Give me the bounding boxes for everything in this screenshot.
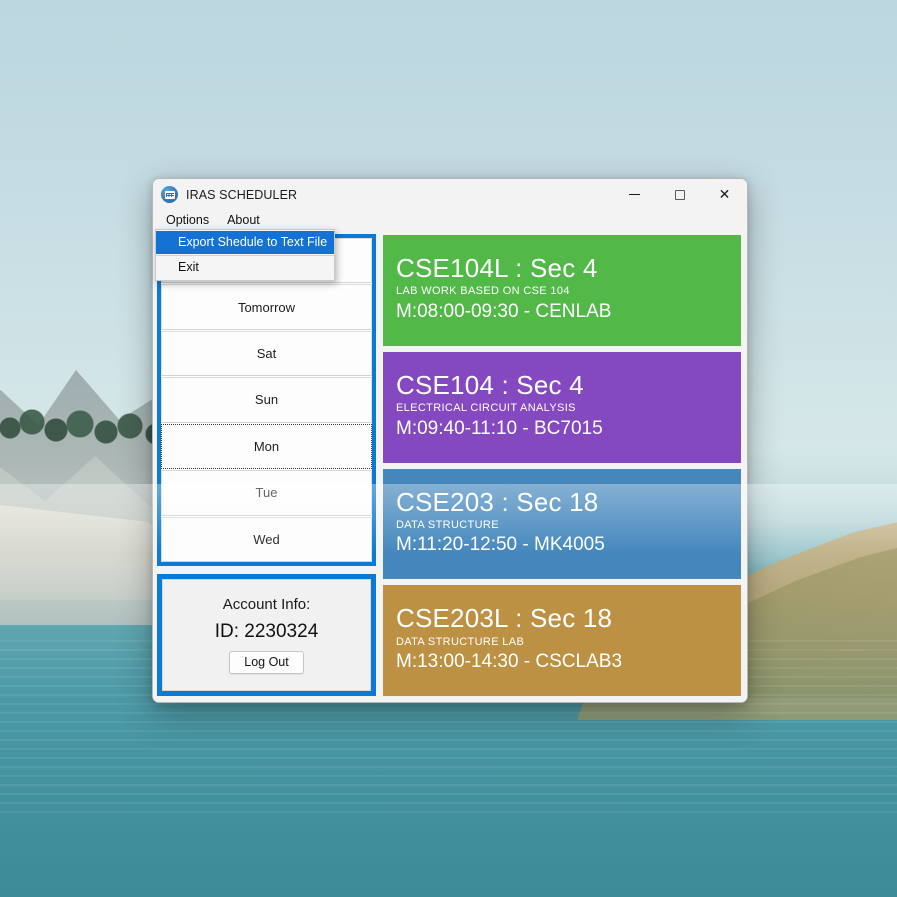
menu-option-exit[interactable]: Exit — [156, 256, 334, 279]
menu-item-options[interactable]: Options — [159, 212, 216, 228]
schedule-card[interactable]: CSE104L : Sec 4 LAB WORK BASED ON CSE 10… — [383, 235, 741, 346]
course-description: ELECTRICAL CIRCUIT ANALYSIS — [396, 402, 576, 415]
menu-option-export-schedule[interactable]: Export Shedule to Text File — [156, 231, 334, 254]
day-selector-panel: Today Tomorrow Sat Sun Mon Tue Wed — [157, 234, 376, 566]
account-info-inner: Account Info: ID: 2230324 Log Out — [162, 579, 371, 691]
minimize-icon — [629, 194, 640, 195]
course-description: DATA STRUCTURE LAB — [396, 635, 525, 648]
day-button-sun[interactable]: Sun — [161, 377, 372, 423]
course-title: CSE104L : Sec 4 — [396, 253, 598, 284]
maximize-button[interactable] — [657, 179, 702, 210]
course-time-location: M:09:40-11:10 - BC7015 — [396, 417, 603, 439]
account-info-panel: Account Info: ID: 2230324 Log Out — [157, 574, 376, 696]
window-controls: ✕ — [612, 179, 747, 210]
course-title: CSE203 : Sec 18 — [396, 486, 599, 517]
logout-button[interactable]: Log Out — [229, 651, 304, 674]
day-button-sat[interactable]: Sat — [161, 330, 372, 377]
course-description: DATA STRUCTURE — [396, 518, 499, 531]
day-button-wed[interactable]: Wed — [161, 516, 372, 562]
day-list: Today Tomorrow Sat Sun Mon Tue Wed — [161, 238, 372, 562]
options-dropdown-menu: Export Shedule to Text File Exit — [155, 229, 335, 281]
day-button-tue[interactable]: Tue — [161, 470, 372, 516]
account-info-title: Account Info: — [222, 596, 311, 613]
day-button-tomorrow[interactable]: Tomorrow — [161, 284, 372, 330]
schedule-card-list: CSE104L : Sec 4 LAB WORK BASED ON CSE 10… — [383, 234, 741, 696]
course-time-location: M:08:00-09:30 - CENLAB — [396, 300, 612, 322]
calendar-icon — [161, 186, 178, 203]
sidebar: Today Tomorrow Sat Sun Mon Tue Wed Accou… — [157, 234, 376, 696]
course-title: CSE104 : Sec 4 — [396, 369, 584, 400]
course-time-location: M:11:20-12:50 - MK4005 — [396, 534, 605, 556]
schedule-card[interactable]: CSE203L : Sec 18 DATA STRUCTURE LAB M:13… — [383, 585, 741, 696]
title-bar[interactable]: IRAS SCHEDULER ✕ — [153, 179, 747, 210]
account-id-value: ID: 2230324 — [214, 621, 319, 642]
title-bar-left: IRAS SCHEDULER — [153, 186, 297, 203]
menu-item-about[interactable]: About — [220, 212, 267, 228]
window-title: IRAS SCHEDULER — [186, 187, 298, 202]
schedule-card[interactable]: CSE104 : Sec 4 ELECTRICAL CIRCUIT ANALYS… — [383, 351, 741, 463]
maximize-icon — [674, 189, 685, 200]
schedule-card[interactable]: CSE203 : Sec 18 DATA STRUCTURE M:11:20-1… — [383, 468, 741, 580]
window-body: Today Tomorrow Sat Sun Mon Tue Wed Accou… — [153, 230, 747, 702]
close-icon: ✕ — [718, 186, 731, 203]
course-title: CSE203L : Sec 18 — [396, 603, 613, 634]
menu-bar: Options About — [153, 210, 747, 230]
minimize-button[interactable] — [612, 179, 657, 210]
course-time-location: M:13:00-14:30 - CSCLAB3 — [396, 651, 623, 673]
course-description: LAB WORK BASED ON CSE 104 — [396, 285, 570, 298]
close-button[interactable]: ✕ — [702, 179, 747, 210]
desktop-wallpaper: IRAS SCHEDULER ✕ Options About Tomorrow … — [0, 0, 897, 897]
day-button-mon[interactable]: Mon — [161, 423, 372, 470]
